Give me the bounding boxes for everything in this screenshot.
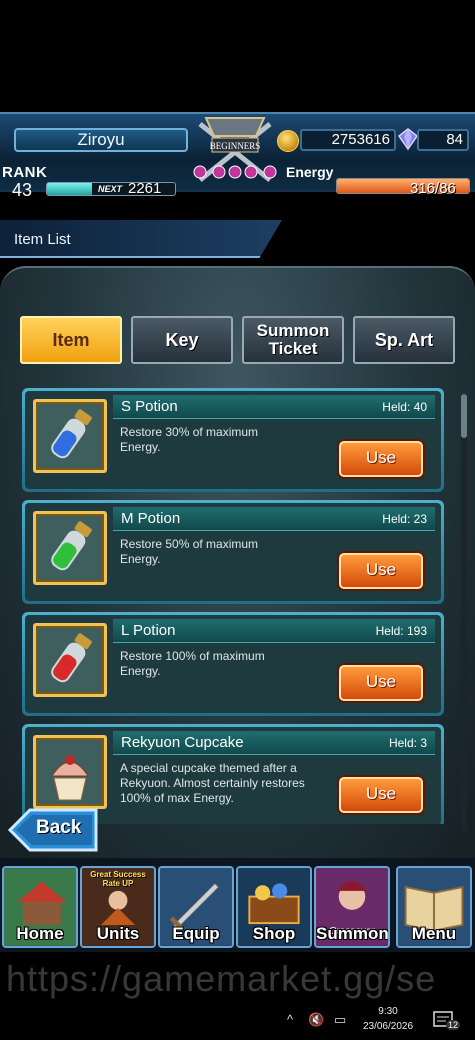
item-held-count: Held: 40	[382, 400, 427, 414]
item-description: Restore 100% of maximum Energy.	[120, 649, 265, 678]
nav-shop-label: Shop	[252, 924, 296, 943]
item-description: Restore 50% of maximum Energy.	[120, 537, 259, 566]
item-name: M Potion	[121, 510, 181, 527]
green-potion-icon	[33, 511, 107, 585]
gold-coin-icon	[277, 130, 299, 152]
taskbar: ^ 🔇 ▭ 9:30 23/06/2026 12	[0, 1000, 475, 1040]
clock-time: 9:30	[378, 1006, 398, 1017]
nav-shop[interactable]: Shop	[236, 866, 312, 948]
item-description: Restore 30% of maximum Energy.	[120, 425, 259, 454]
item-list[interactable]: S Potion Held: 40 Restore 30% of maximum…	[18, 384, 458, 824]
item-header: S Potion Held: 40	[113, 395, 435, 419]
item-header: Rekyuon Cupcake Held: 3	[113, 731, 435, 755]
nav-menu[interactable]: Menu	[396, 866, 472, 948]
page-title: Item List	[14, 231, 71, 248]
scrollbar-thumb[interactable]	[461, 394, 467, 438]
energy-value: 316/86	[410, 180, 456, 197]
item-held-count: Held: 23	[382, 512, 427, 526]
tab-sp-art[interactable]: Sp. Art	[353, 316, 455, 364]
network-icon[interactable]: ▭	[334, 1012, 346, 1028]
gem-icon	[398, 128, 418, 150]
use-button[interactable]: Use	[339, 441, 423, 477]
item-description: A special cupcake themed after a Rekyuon…	[120, 761, 305, 805]
item-name: S Potion	[121, 398, 178, 415]
watermark: https://gamemarket.gg/se	[6, 958, 437, 999]
item-held-count: Held: 3	[388, 736, 427, 750]
gold-counter: 2753616	[300, 129, 396, 151]
blue-potion-icon	[33, 399, 107, 473]
chevron-up-icon[interactable]: ^	[287, 1012, 293, 1027]
cupcake-icon	[33, 735, 107, 809]
list-item: S Potion Held: 40 Restore 30% of maximum…	[22, 388, 444, 492]
use-button[interactable]: Use	[339, 553, 423, 589]
gem-counter: 84	[417, 129, 469, 151]
tab-item[interactable]: Item	[20, 316, 122, 364]
clock-date: 23/06/2026	[362, 1021, 414, 1032]
next-label: NEXT	[98, 184, 123, 194]
nav-equip[interactable]: Equip	[158, 866, 234, 948]
item-name: L Potion	[121, 622, 176, 639]
use-button[interactable]: Use	[339, 665, 423, 701]
player-name[interactable]: Ziroyu	[14, 128, 188, 152]
nav-summon-label: Summon	[316, 924, 389, 943]
item-held-count: Held: 193	[375, 624, 427, 638]
nav-home[interactable]: Home	[2, 866, 78, 948]
nav-menu-label: Menu	[411, 924, 457, 943]
use-button[interactable]: Use	[339, 777, 423, 813]
speaker-muted-icon[interactable]: 🔇	[308, 1012, 324, 1028]
player-header: Ziroyu BEGINNERS 2753616 84 RANK 43 NEXT…	[0, 112, 475, 200]
list-scrollbar[interactable]	[461, 394, 467, 834]
list-item: L Potion Held: 193 Restore 100% of maxim…	[22, 612, 444, 716]
rank-value: 43	[12, 180, 33, 200]
rank-label: RANK	[2, 164, 48, 181]
nav-home-label: Home	[16, 924, 64, 943]
nav-units-label: Units	[96, 924, 140, 943]
beginners-emblem-icon: BEGINNERS	[193, 117, 277, 182]
item-header: M Potion Held: 23	[113, 507, 435, 531]
energy-label: Energy	[286, 164, 334, 180]
tab-summon-ticket[interactable]: Summon Ticket	[242, 316, 344, 364]
nav-summon[interactable]: Crossover Summon	[314, 866, 390, 948]
exp-bar-fill	[47, 183, 92, 195]
next-value: 2261	[128, 180, 162, 197]
notification-count: 12	[446, 1020, 461, 1030]
list-item: M Potion Held: 23 Restore 50% of maximum…	[22, 500, 444, 604]
red-potion-icon	[33, 623, 107, 697]
emblem-text: BEGINNERS	[210, 141, 261, 151]
tab-key[interactable]: Key	[131, 316, 233, 364]
back-label: Back	[36, 817, 82, 838]
nav-units[interactable]: Great Success Rate UP Units	[80, 866, 156, 948]
item-name: Rekyuon Cupcake	[121, 734, 244, 751]
item-header: L Potion Held: 193	[113, 619, 435, 643]
bottom-nav: Home Great Success Rate UP Units Equip S…	[0, 858, 475, 952]
taskbar-clock[interactable]: 9:30 23/06/2026	[360, 1004, 416, 1034]
nav-units-badge: Great Success Rate UP	[90, 870, 146, 888]
nav-equip-label: Equip	[172, 924, 220, 943]
